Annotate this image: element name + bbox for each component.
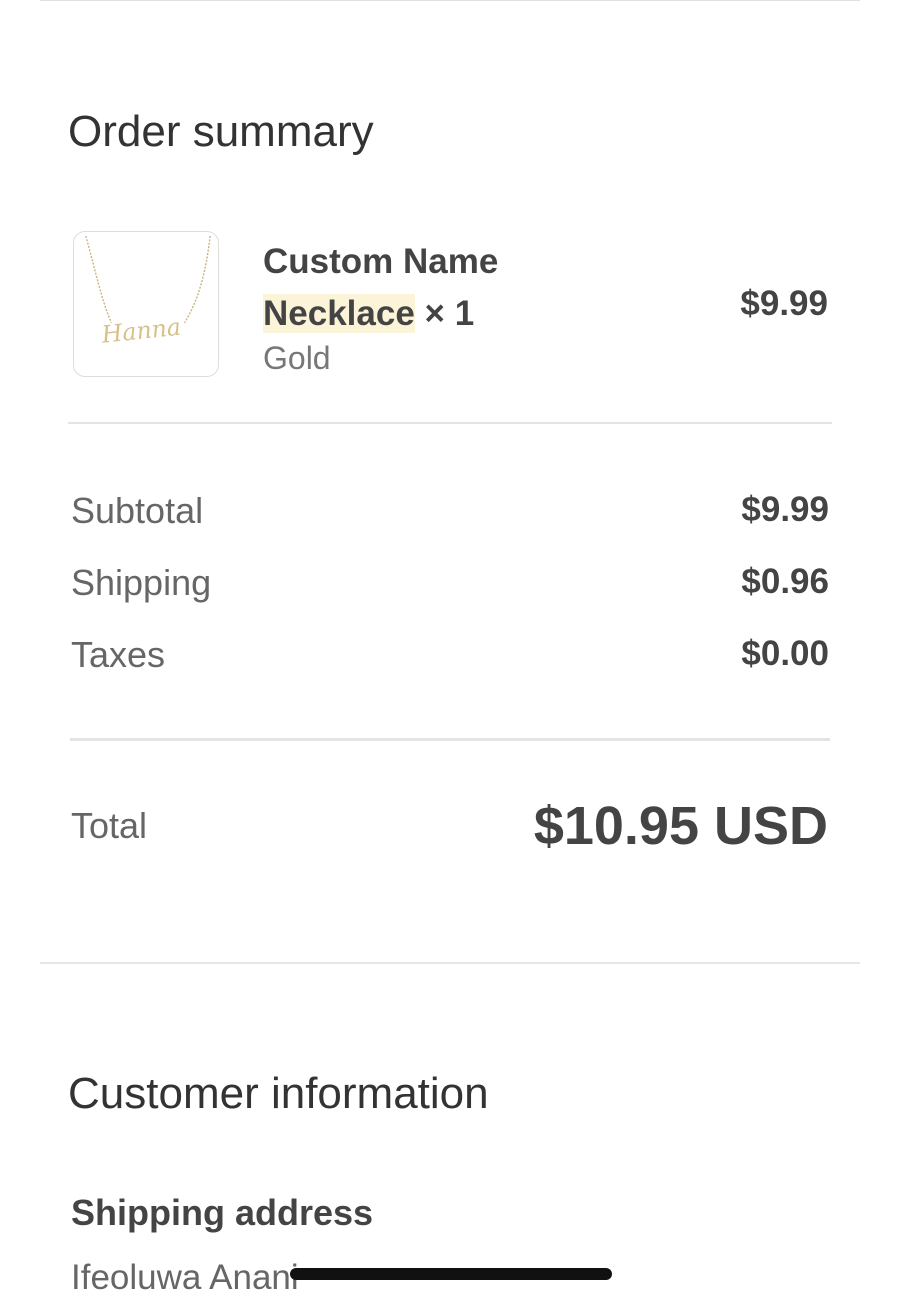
subtotal-value: $9.99 — [741, 490, 829, 529]
product-variant: Gold — [263, 340, 331, 376]
customer-information-title: Customer information — [68, 1069, 489, 1118]
product-name-line-1: Custom Name — [263, 242, 499, 281]
product-name: Custom Name Necklace × 1 — [263, 236, 498, 340]
order-summary-title: Order summary — [68, 107, 374, 156]
home-indicator[interactable] — [290, 1268, 612, 1280]
taxes-value: $0.00 — [741, 634, 829, 673]
product-thumbnail: Hanna — [73, 231, 219, 377]
product-divider — [68, 422, 832, 424]
shipping-value: $0.96 — [741, 562, 829, 601]
shipping-label: Shipping — [71, 562, 212, 603]
top-divider — [40, 0, 860, 1]
product-price: $9.99 — [740, 284, 828, 323]
total-label: Total — [71, 805, 148, 846]
shipping-address-name: Ifeoluwa Anani — [71, 1258, 299, 1297]
product-name-line-2: Necklace — [263, 294, 415, 333]
section-divider — [40, 962, 860, 964]
total-value: $10.95 USD — [533, 796, 828, 856]
product-quantity: × 1 — [424, 294, 475, 333]
taxes-label: Taxes — [71, 634, 166, 675]
checkout-page: Order summary Hanna Custom Name Necklace… — [0, 0, 900, 1300]
shipping-address-heading: Shipping address — [71, 1192, 374, 1233]
subtotal-label: Subtotal — [71, 490, 204, 531]
total-divider — [70, 738, 830, 741]
svg-text:Hanna: Hanna — [99, 313, 182, 349]
necklace-image-icon: Hanna — [85, 235, 211, 349]
